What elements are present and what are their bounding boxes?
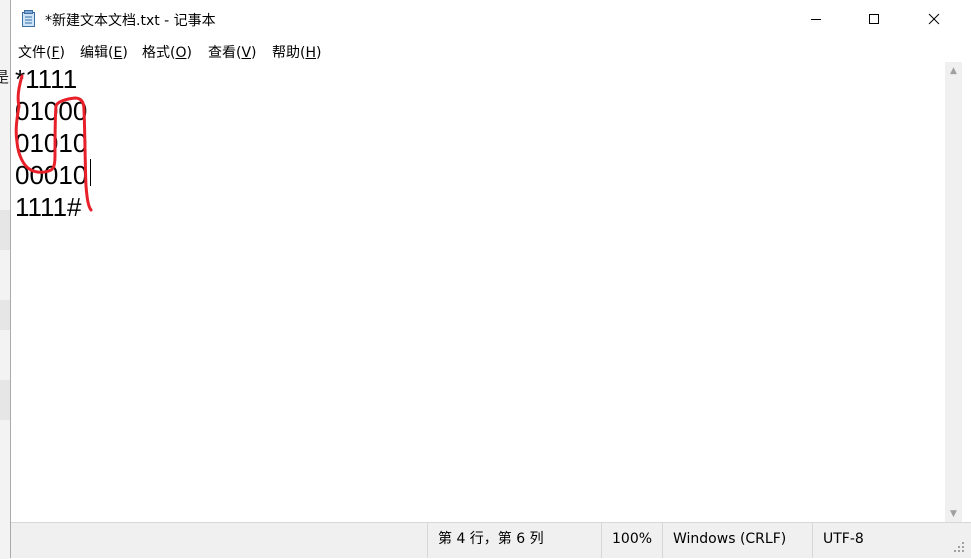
scroll-up-icon[interactable]: ▲ <box>945 62 962 79</box>
menu-view-paren: ) <box>251 45 257 61</box>
close-button[interactable] <box>905 0 963 38</box>
text-line[interactable]: 01010 <box>15 127 87 159</box>
text-caret <box>90 159 91 186</box>
menu-help-accesskey: H <box>305 45 316 61</box>
menu-file[interactable]: 文件(F) <box>18 42 65 62</box>
resize-grip-icon[interactable] <box>953 541 965 553</box>
menu-format-paren: ) <box>186 45 192 61</box>
menu-help-paren: ) <box>316 45 322 61</box>
menu-view[interactable]: 查看(V) <box>208 42 257 62</box>
text-line[interactable]: 00010 <box>15 159 87 191</box>
maximize-button[interactable] <box>845 0 903 38</box>
menu-file-paren: ) <box>59 45 65 61</box>
menu-view-accesskey: V <box>241 45 252 61</box>
minimize-button[interactable] <box>787 0 845 38</box>
minimize-icon <box>811 19 821 20</box>
window-title: *新建文本文档.txt - 记事本 <box>45 13 216 29</box>
menu-edit-label: 编辑( <box>80 45 114 61</box>
red-ink-annotation <box>14 74 93 212</box>
background-window-text: 是 <box>0 68 10 86</box>
close-icon <box>928 13 940 25</box>
scroll-down-icon[interactable]: ▼ <box>945 505 962 522</box>
status-bar: 第 4 行，第 6 列 100% Windows (CRLF) UTF-8 <box>11 522 971 558</box>
menu-edit-paren: ) <box>122 45 128 61</box>
title-bar[interactable]: *新建文本文档.txt - 记事本 <box>11 0 971 38</box>
menu-view-label: 查看( <box>208 45 242 61</box>
menu-edit-accesskey: E <box>113 45 123 61</box>
status-line-ending: Windows (CRLF) <box>662 523 812 558</box>
status-cursor-position: 第 4 行，第 6 列 <box>427 523 601 558</box>
notepad-window: *新建文本文档.txt - 记事本 文件(F) 编辑(E) 格式(O) 查看(V… <box>10 0 971 558</box>
text-line[interactable]: 1111# <box>15 191 82 223</box>
menu-bar: 文件(F) 编辑(E) 格式(O) 查看(V) 帮助(H) <box>11 38 971 62</box>
text-editor[interactable]: *1111 01000 01010 00010 1111# <box>11 62 945 522</box>
menu-help-label: 帮助( <box>272 45 306 61</box>
status-encoding: UTF-8 <box>812 523 942 558</box>
menu-help[interactable]: 帮助(H) <box>272 42 321 62</box>
menu-format-accesskey: O <box>175 45 187 61</box>
status-zoom: 100% <box>601 523 662 558</box>
notepad-icon <box>22 10 35 27</box>
menu-file-label: 文件( <box>18 45 52 61</box>
text-line[interactable]: *1111 <box>15 63 77 95</box>
maximize-icon <box>869 14 879 24</box>
menu-file-accesskey: F <box>51 45 60 61</box>
menu-format-label: 格式( <box>142 45 176 61</box>
text-line[interactable]: 01000 <box>15 95 87 127</box>
menu-format[interactable]: 格式(O) <box>142 42 192 62</box>
vertical-scrollbar[interactable]: ▲ ▼ <box>945 62 962 522</box>
menu-edit[interactable]: 编辑(E) <box>80 42 128 62</box>
